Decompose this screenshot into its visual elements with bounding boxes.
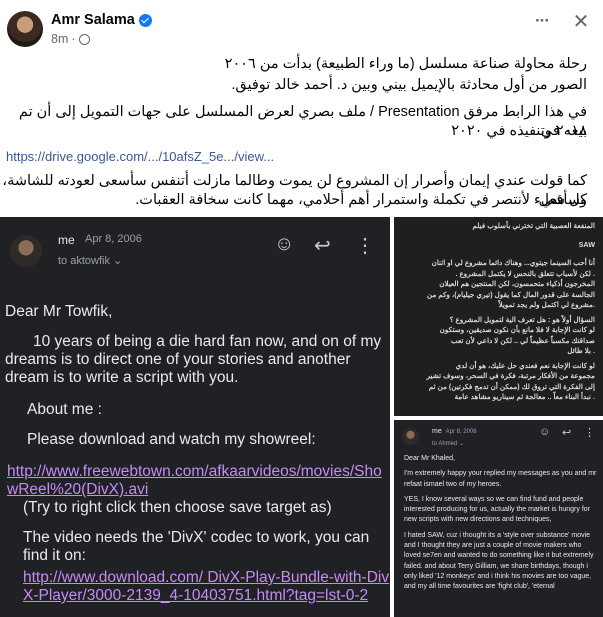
divx-link[interactable]: http://www.download.com/ DivX-Play-Bundl… [23, 569, 389, 604]
more-vert-icon: ⋮ [584, 427, 595, 439]
email-paragraph: 10 years of being a die hard fan now, an… [5, 333, 382, 386]
author-header: Amr Salama [51, 12, 152, 28]
arabic-line: السؤال أولاً هو : هل تعرف الية لتمويل ال… [449, 314, 595, 324]
arabic-line: المخرجون أذكياء متحمسون، لكن المنتجين هم… [439, 279, 595, 288]
reply-icon: ↩ [314, 235, 331, 257]
arabic-line: . نبدأ البناء معاً .. معالجة ثم سيناريو … [454, 392, 595, 401]
arabic-line: . بلا طائل [567, 346, 595, 355]
author-avatar[interactable] [7, 11, 43, 47]
emoji-icon: ☺ [539, 426, 551, 438]
email-greeting: Dear Mr Khaled, [404, 455, 455, 462]
arabic-line: صداقتك مكسباً عظيماً لي .. لكن لا داعي ل… [450, 335, 595, 345]
email-from-line: me Apr 8, 2006 [432, 428, 477, 435]
close-button[interactable]: ✕ [568, 10, 594, 36]
chevron-down-icon: ⌄ [459, 441, 465, 447]
email-greeting: Dear Mr Towfik, [5, 303, 113, 320]
email-from: me [58, 233, 75, 247]
verified-badge-icon [138, 13, 152, 27]
arabic-line: أنا أحب السينما جيتوي... وهناك دائما مشر… [431, 258, 595, 267]
email-to: to Ahmed ⌄ [432, 441, 465, 447]
email-download: Please download and watch my showreel: [27, 431, 316, 448]
arabic-line: مجموعة من الأفكار مرتبة، فكرة في السحر، … [426, 371, 595, 380]
email-image-2[interactable]: المنفعة العصبية التي تخترني بأسلوب فيلم … [394, 217, 603, 416]
reply-icon: ↩ [562, 427, 572, 439]
author-name[interactable]: Amr Salama [51, 12, 135, 28]
email-body: Dear Mr Towfik, 10 years of being a die … [5, 303, 390, 605]
arabic-line: .مشروع لي اكتمل ولم يجد تمويلاً [498, 300, 595, 309]
post-meta: 8m · [51, 32, 90, 46]
facebook-post: Amr Salama 8m · ··· ✕ رحلة محاولة صناعة … [0, 0, 603, 617]
post-text-line-4: ٢٠١٨ وتنفيذه في ٢٠٢٠ [451, 123, 587, 139]
post-time[interactable]: 8m [51, 32, 68, 46]
more-options-button[interactable]: ··· [527, 10, 557, 40]
arabic-line: SAW [578, 239, 595, 249]
email-tip: (Try to right click then choose save tar… [23, 499, 332, 516]
arabic-line: . لكن لأسباب تتعلق بالنحس لا يكتمل المشر… [455, 268, 595, 278]
email-codec: The video needs the 'DivX' codec to work… [23, 529, 370, 564]
more-vert-icon: ⋮ [355, 235, 375, 257]
post-text-line-2: الصور من أول محادثة بالإيميل بيني وبين د… [231, 77, 587, 93]
email-date: Apr 8, 2006 [85, 233, 142, 245]
email-paragraph: I hated SAW, cuz i thought its a 'style … [404, 531, 594, 591]
post-text-line-6: كل شيء لأنتصر في تكملة واستمرار أهم أحلا… [135, 192, 587, 208]
drive-link[interactable]: https://drive.google.com/.../10afsZ_5e..… [6, 149, 274, 164]
email-paragraph: YES, I know several ways so we can find … [404, 495, 590, 524]
arabic-email-body: المنفعة العصبية التي تخترني بأسلوب فيلم … [394, 221, 603, 403]
arabic-line: لو كانت الإجابة نعم فعندي حل عليك، هو أن… [455, 360, 595, 370]
arabic-line: الجالسة على قدور المال كما يقول (تيري جي… [426, 289, 595, 299]
email-about: About me : [27, 401, 102, 418]
arabic-line: لو كانت الإجابة لا فلا مانع بأن نكون صدي… [439, 325, 595, 334]
email-to: to aktowfik ⌄ [58, 255, 123, 267]
email-body: Dear Mr Khaled, I'm extremely happy your… [404, 454, 599, 598]
email-image-1[interactable]: me Apr 8, 2006 to aktowfik ⌄ ☺ ↩ ⋮ Dear … [0, 217, 390, 617]
emoji-icon: ☺ [274, 233, 295, 255]
email-paragraph: I'm extremely happy your replied my mess… [404, 470, 597, 488]
chevron-down-icon: ⌄ [113, 255, 123, 267]
showreel-link[interactable]: http://www.freewebtown.com/afkaarvideos/… [7, 463, 382, 498]
arabic-line: المنفعة العصبية التي تخترني بأسلوب فيلم [472, 221, 595, 230]
sender-avatar [10, 235, 42, 267]
globe-icon [78, 33, 90, 45]
email-image-3[interactable]: me Apr 8, 2006 to Ahmed ⌄ ☺ ↩ ⋮ Dear Mr … [394, 420, 603, 617]
arabic-line: إلى الفكرة التي تروق لك (ممكن أن تدمج فك… [428, 381, 595, 391]
sender-avatar [402, 428, 419, 445]
post-text-line-1: رحلة محاولة صناعة مسلسل (ما وراء الطبيعة… [224, 56, 587, 72]
